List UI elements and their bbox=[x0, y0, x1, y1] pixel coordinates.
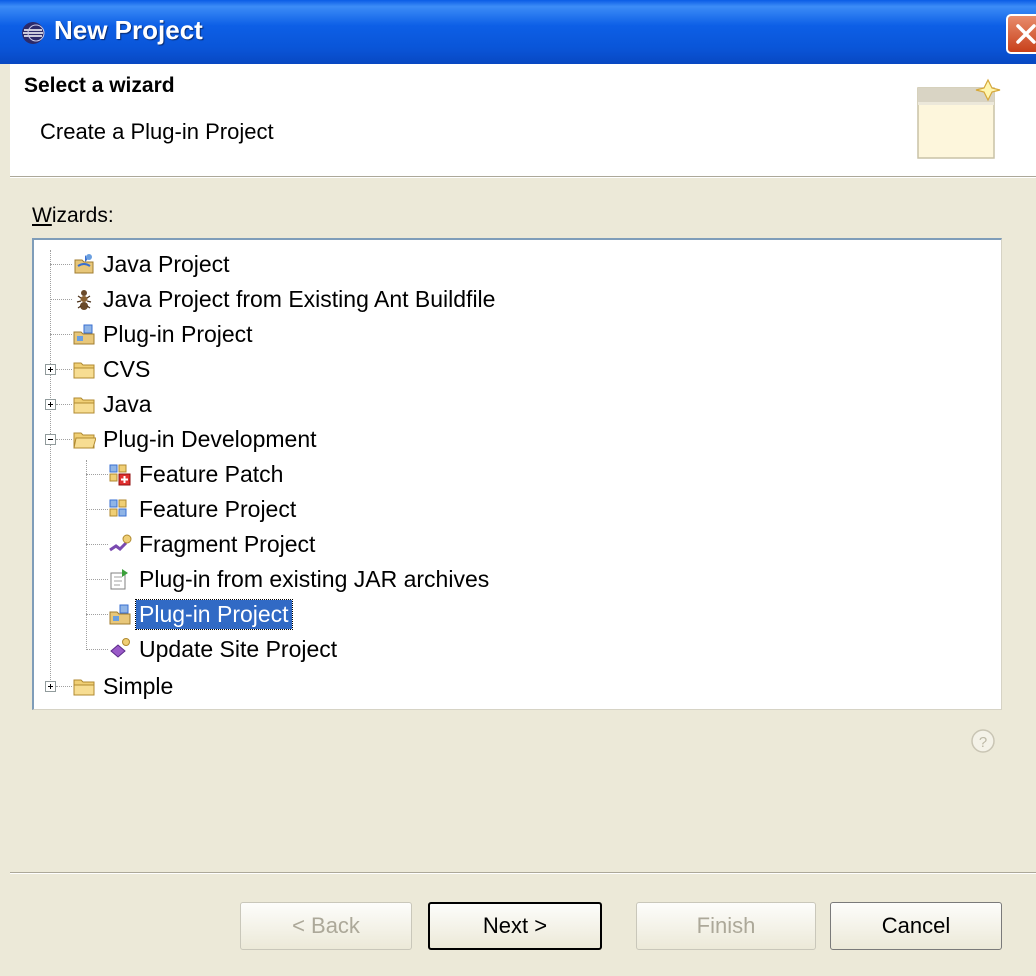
tree-item-java-project[interactable]: Java Project bbox=[72, 249, 233, 279]
help-icon[interactable]: ? bbox=[970, 728, 996, 754]
banner-title: Select a wizard bbox=[24, 74, 175, 97]
tree-item-java-project-from-ant[interactable]: Java Project from Existing Ant Buildfile bbox=[72, 284, 498, 314]
tree-item-label: Java Project from Existing Ant Buildfile bbox=[103, 285, 496, 312]
collapse-plugin-development-toggle[interactable] bbox=[45, 434, 56, 445]
eclipse-icon bbox=[22, 22, 45, 44]
folder-icon bbox=[73, 362, 95, 379]
tree-folder-cvs[interactable]: CVS bbox=[72, 354, 153, 384]
tree-item-plugin-from-jar[interactable]: Plug-in from existing JAR archives bbox=[108, 564, 492, 594]
close-button[interactable] bbox=[1006, 14, 1036, 54]
tree-item-label-selected: Plug-in Project bbox=[135, 598, 293, 630]
tree-item-update-site-project[interactable]: Update Site Project bbox=[108, 634, 340, 664]
tree-item-label: Java bbox=[103, 390, 152, 417]
tree-item-label: Update Site Project bbox=[139, 635, 338, 662]
banner-description: Create a Plug-in Project bbox=[40, 119, 274, 144]
feature-patch-icon bbox=[109, 464, 131, 486]
tree-item-fragment-project[interactable]: Fragment Project bbox=[108, 529, 318, 559]
tree-item-feature-patch[interactable]: Feature Patch bbox=[108, 459, 286, 489]
new-wizard-banner-icon bbox=[917, 78, 1001, 159]
jar-plugin-icon bbox=[110, 569, 128, 590]
tree-item-plugin-project-top[interactable]: Plug-in Project bbox=[72, 319, 256, 349]
finish-button[interactable]: Finish bbox=[636, 902, 816, 950]
wizard-tree[interactable]: Java Project Java Project from Existing … bbox=[32, 238, 1002, 710]
folder-icon bbox=[73, 679, 95, 696]
plugin-project-icon bbox=[73, 324, 95, 345]
tree-folder-plugin-development[interactable]: Plug-in Development bbox=[72, 424, 320, 454]
back-button[interactable]: < Back bbox=[240, 902, 412, 950]
tree-item-label: Plug-in Development bbox=[103, 425, 317, 452]
tree-item-label: Plug-in Project bbox=[103, 320, 253, 347]
next-button[interactable]: Next > bbox=[428, 902, 602, 950]
tree-item-label: Simple bbox=[103, 672, 174, 699]
title-bar[interactable]: New Project bbox=[0, 0, 1036, 64]
tree-item-label: CVS bbox=[103, 355, 151, 382]
expand-simple-toggle[interactable] bbox=[45, 681, 56, 692]
plugin-project-icon bbox=[109, 604, 131, 625]
svg-text:?: ? bbox=[979, 734, 987, 751]
java-project-icon bbox=[74, 254, 94, 274]
window-title: New Project bbox=[54, 15, 203, 45]
update-site-icon bbox=[110, 638, 130, 658]
tree-item-label: Feature Patch bbox=[139, 460, 284, 487]
tree-folder-simple[interactable]: Simple bbox=[72, 671, 176, 701]
cancel-button[interactable]: Cancel bbox=[830, 902, 1002, 950]
ant-icon bbox=[76, 290, 92, 310]
tree-item-feature-project[interactable]: Feature Project bbox=[108, 494, 299, 524]
feature-project-icon bbox=[109, 499, 127, 517]
folder-open-icon bbox=[73, 432, 96, 449]
tree-folder-java[interactable]: Java bbox=[72, 389, 155, 419]
tree-item-label: Plug-in from existing JAR archives bbox=[139, 565, 490, 592]
close-icon bbox=[1016, 24, 1036, 44]
tree-item-label: Java Project bbox=[103, 250, 230, 277]
expand-java-toggle[interactable] bbox=[45, 399, 56, 410]
fragment-project-icon bbox=[109, 534, 132, 552]
expand-cvs-toggle[interactable] bbox=[45, 364, 56, 375]
tree-item-plugin-project[interactable]: Plug-in Project bbox=[108, 598, 293, 630]
folder-icon bbox=[73, 397, 95, 414]
tree-item-label: Fragment Project bbox=[139, 530, 316, 557]
wizard-banner: Select a wizard Create a Plug-in Project bbox=[10, 64, 1036, 176]
tree-item-label: Feature Project bbox=[139, 495, 297, 522]
wizards-label: Wizards: bbox=[32, 204, 114, 227]
